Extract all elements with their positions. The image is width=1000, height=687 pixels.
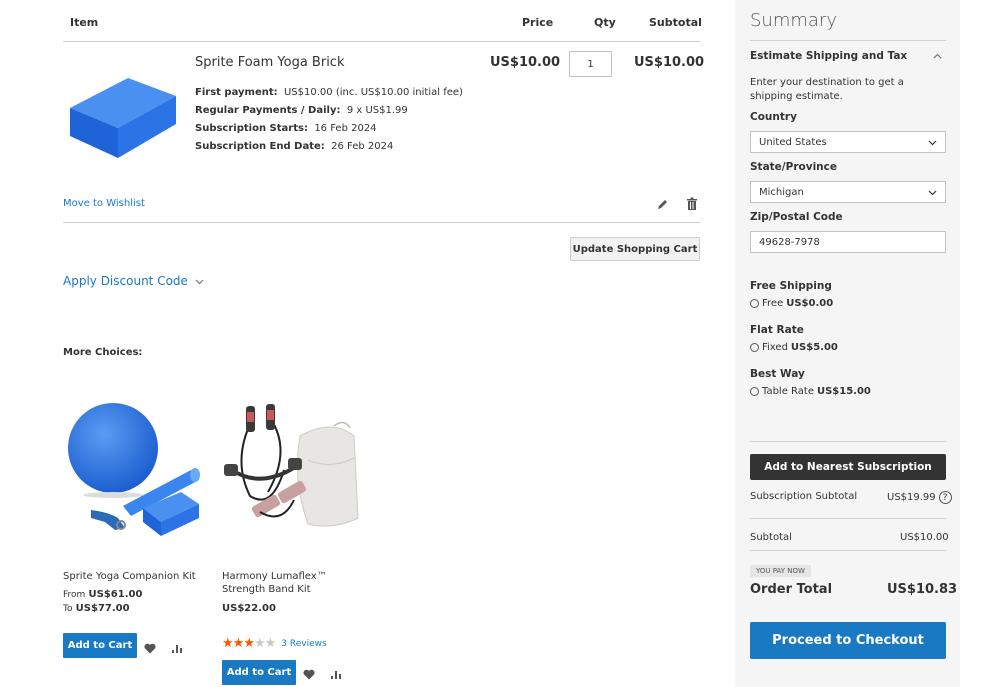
country-select[interactable]: United States bbox=[750, 131, 946, 153]
apply-discount-label: Apply Discount Code bbox=[63, 274, 188, 288]
shipping-title-free: Free Shipping bbox=[750, 280, 832, 292]
star-filled-icon: ★ bbox=[222, 636, 234, 651]
move-to-wishlist-link[interactable]: Move to Wishlist bbox=[63, 198, 145, 209]
cross-sell-product-name[interactable]: Harmony Lumaflex™ Strength Band Kit bbox=[222, 570, 372, 596]
help-icon[interactable]: ? bbox=[938, 491, 952, 504]
radio-button[interactable] bbox=[750, 387, 759, 396]
heart-icon[interactable] bbox=[143, 641, 157, 655]
star-filled-icon: ★ bbox=[232, 636, 245, 651]
summary-divider bbox=[750, 441, 946, 442]
product-subtotal: US$10.00 bbox=[634, 55, 705, 70]
cross-sell-product-name[interactable]: Sprite Yoga Companion Kit bbox=[63, 570, 196, 583]
shipping-option-flat[interactable]: Fixed US$5.00 bbox=[750, 342, 838, 353]
product-price: US$22.00 bbox=[222, 603, 276, 614]
subtotal-label: Subtotal bbox=[750, 532, 792, 543]
radio-button[interactable] bbox=[750, 343, 759, 352]
add-to-nearest-subscription-button[interactable]: Add to Nearest Subscription bbox=[750, 454, 946, 480]
add-to-cart-button[interactable]: Add to Cart bbox=[63, 633, 137, 658]
column-header-subtotal: Subtotal bbox=[649, 16, 702, 29]
summary-divider bbox=[750, 550, 946, 551]
shipping-title-flat: Flat Rate bbox=[750, 324, 804, 336]
update-shopping-cart-button[interactable]: Update Shopping Cart bbox=[570, 237, 700, 261]
compare-icon[interactable] bbox=[170, 641, 184, 655]
column-header-item: Item bbox=[70, 16, 99, 29]
edit-icon[interactable] bbox=[657, 198, 669, 213]
quantity-input[interactable]: 1 bbox=[569, 51, 612, 77]
compare-icon[interactable] bbox=[329, 667, 343, 681]
state-label: State/Province bbox=[750, 161, 837, 173]
star-empty-icon: ★ bbox=[253, 636, 266, 651]
you-pay-now-badge: YOU PAY NOW bbox=[750, 565, 811, 577]
chevron-down-icon bbox=[928, 187, 937, 199]
estimate-shipping-text: Enter your destination to get a shipping… bbox=[750, 77, 904, 102]
product-image-strength-band-kit[interactable] bbox=[222, 400, 362, 540]
heart-icon[interactable] bbox=[302, 667, 316, 681]
column-header-qty: Qty bbox=[594, 16, 616, 29]
order-total-value: US$10.83 bbox=[887, 582, 958, 597]
subscription-subtotal-label: Subscription Subtotal bbox=[750, 491, 858, 502]
subtotal-value: US$10.00 bbox=[900, 532, 949, 543]
option-regular-payments: Regular Payments / Daily: 9 x US$1.99 bbox=[195, 105, 408, 116]
reviews-link[interactable]: 3 Reviews bbox=[281, 639, 326, 649]
product-image-yoga-brick[interactable] bbox=[66, 72, 180, 160]
more-choices-title: More Choices: bbox=[63, 347, 143, 358]
estimate-shipping-toggle[interactable]: Estimate Shipping and Tax bbox=[750, 50, 946, 62]
price-to: To US$77.00 bbox=[63, 603, 130, 614]
header-divider bbox=[63, 41, 700, 42]
price-from: From US$61.00 bbox=[63, 589, 143, 600]
shipping-option-free[interactable]: Free US$0.00 bbox=[750, 298, 833, 309]
product-name[interactable]: Sprite Foam Yoga Brick bbox=[195, 55, 345, 70]
option-subscription-end: Subscription End Date: 26 Feb 2024 bbox=[195, 141, 394, 152]
apply-discount-toggle[interactable]: Apply Discount Code bbox=[63, 274, 204, 288]
product-price: US$10.00 bbox=[490, 55, 561, 70]
star-filled-icon: ★ bbox=[243, 636, 255, 651]
rating-stars: ★ ★ ★ ★ ★ bbox=[222, 636, 277, 651]
state-value: Michigan bbox=[759, 186, 804, 198]
chevron-down-icon bbox=[928, 137, 937, 149]
chevron-down-icon bbox=[195, 274, 204, 288]
star-empty-icon: ★ bbox=[264, 636, 277, 651]
order-total-label: Order Total bbox=[750, 582, 833, 597]
zip-label: Zip/Postal Code bbox=[750, 211, 843, 223]
add-to-cart-button[interactable]: Add to Cart bbox=[222, 660, 296, 685]
state-select[interactable]: Michigan bbox=[750, 181, 946, 203]
item-divider bbox=[63, 222, 700, 223]
trash-icon[interactable] bbox=[686, 197, 698, 213]
rating-summary: ★ ★ ★ ★ ★ 3 Reviews bbox=[222, 636, 327, 651]
option-subscription-starts: Subscription Starts: 16 Feb 2024 bbox=[195, 123, 377, 134]
summary-title: Summary bbox=[750, 10, 837, 31]
subscription-subtotal-value: US$19.99 bbox=[887, 492, 936, 503]
summary-divider bbox=[750, 40, 946, 41]
country-label: Country bbox=[750, 111, 797, 123]
zip-input[interactable]: 49628-7978 bbox=[750, 231, 946, 253]
option-first-payment: First payment: US$10.00 (inc. US$10.00 i… bbox=[195, 87, 463, 98]
product-image-yoga-kit[interactable] bbox=[63, 400, 203, 540]
country-value: United States bbox=[759, 136, 827, 148]
chevron-up-icon bbox=[933, 50, 942, 62]
shipping-option-table-rate[interactable]: Table Rate US$15.00 bbox=[750, 386, 871, 397]
radio-button[interactable] bbox=[750, 299, 759, 308]
estimate-shipping-title: Estimate Shipping and Tax bbox=[750, 50, 908, 62]
shipping-title-best-way: Best Way bbox=[750, 368, 805, 380]
column-header-price: Price bbox=[522, 16, 554, 29]
summary-divider bbox=[750, 518, 946, 519]
subscription-subtotal: US$19.99 ? bbox=[887, 491, 952, 504]
proceed-to-checkout-button[interactable]: Proceed to Checkout bbox=[750, 622, 946, 659]
